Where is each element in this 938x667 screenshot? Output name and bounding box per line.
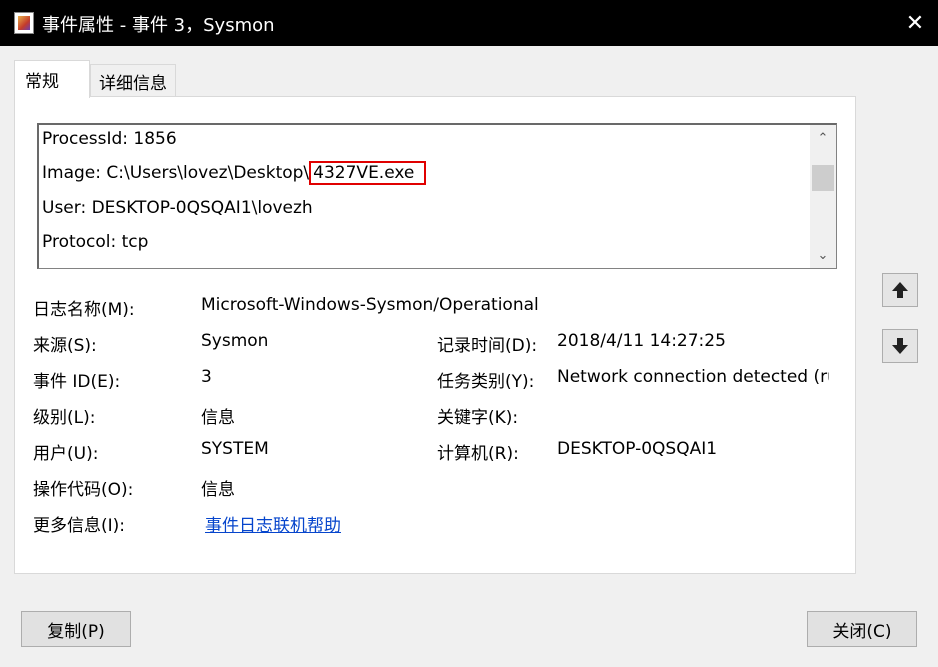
arrow-down-icon [892,338,908,354]
source-label: 来源(S): [33,336,97,356]
vertical-scrollbar[interactable]: ⌃ ⌄ [810,125,836,268]
level-label: 级别(L): [33,408,96,428]
user-label: 用户(U): [33,444,99,464]
opcode-label: 操作代码(O): [33,480,134,500]
title-bar: 事件属性 - 事件 3，Sysmon ✕ [0,0,938,46]
next-event-button[interactable] [882,329,918,363]
description-line: User: DESKTOP-0QSQAI1\lovezh [42,198,313,218]
event-viewer-icon [14,12,34,34]
scroll-thumb[interactable] [812,165,834,191]
description-line-image: Image: C:\Users\lovez\Desktop\ 4327VE.exe [42,161,427,185]
source-value: Sysmon [201,331,269,351]
log-name-value: Microsoft-Windows-Sysmon/Operational [201,295,539,315]
logged-label: 记录时间(D): [437,336,538,356]
window-title: 事件属性 - 事件 3，Sysmon [42,15,275,36]
log-name-label: 日志名称(M): [33,300,135,320]
keywords-label: 关键字(K): [437,408,519,428]
general-panel: ProcessId: 1856 Image: C:\Users\lovez\De… [14,96,856,574]
close-button[interactable]: 关闭(C) [807,611,917,647]
arrow-up-icon [892,282,908,298]
description-line: ProcessId: 1856 [42,129,177,149]
opcode-value: 信息 [201,480,235,500]
previous-event-button[interactable] [882,273,918,307]
computer-label: 计算机(R): [437,444,519,464]
event-description-box[interactable]: ProcessId: 1856 Image: C:\Users\lovez\De… [37,123,837,269]
close-window-button[interactable]: ✕ [892,0,938,46]
computer-value: DESKTOP-0QSQAI1 [557,439,718,459]
highlighted-filename: 4327VE.exe [309,161,427,185]
user-value: SYSTEM [201,439,269,459]
copy-button[interactable]: 复制(P) [21,611,131,647]
event-id-value: 3 [201,367,212,387]
scroll-up-icon[interactable]: ⌃ [810,127,836,149]
level-value: 信息 [201,408,235,428]
event-id-label: 事件 ID(E): [33,372,121,392]
scroll-down-icon[interactable]: ⌄ [810,244,836,266]
online-help-link[interactable]: 事件日志联机帮助 [205,511,341,536]
tab-general[interactable]: 常规 [14,60,90,98]
task-category-label: 任务类别(Y): [437,372,535,392]
image-path-text: Image: C:\Users\lovez\Desktop\ [42,163,310,183]
more-info-label: 更多信息(I): [33,516,126,536]
logged-value: 2018/4/11 14:27:25 [557,331,726,351]
tab-details[interactable]: 详细信息 [90,64,176,96]
task-category-value: Network connection detected (ru [557,367,829,387]
description-line: Protocol: tcp [42,232,149,252]
